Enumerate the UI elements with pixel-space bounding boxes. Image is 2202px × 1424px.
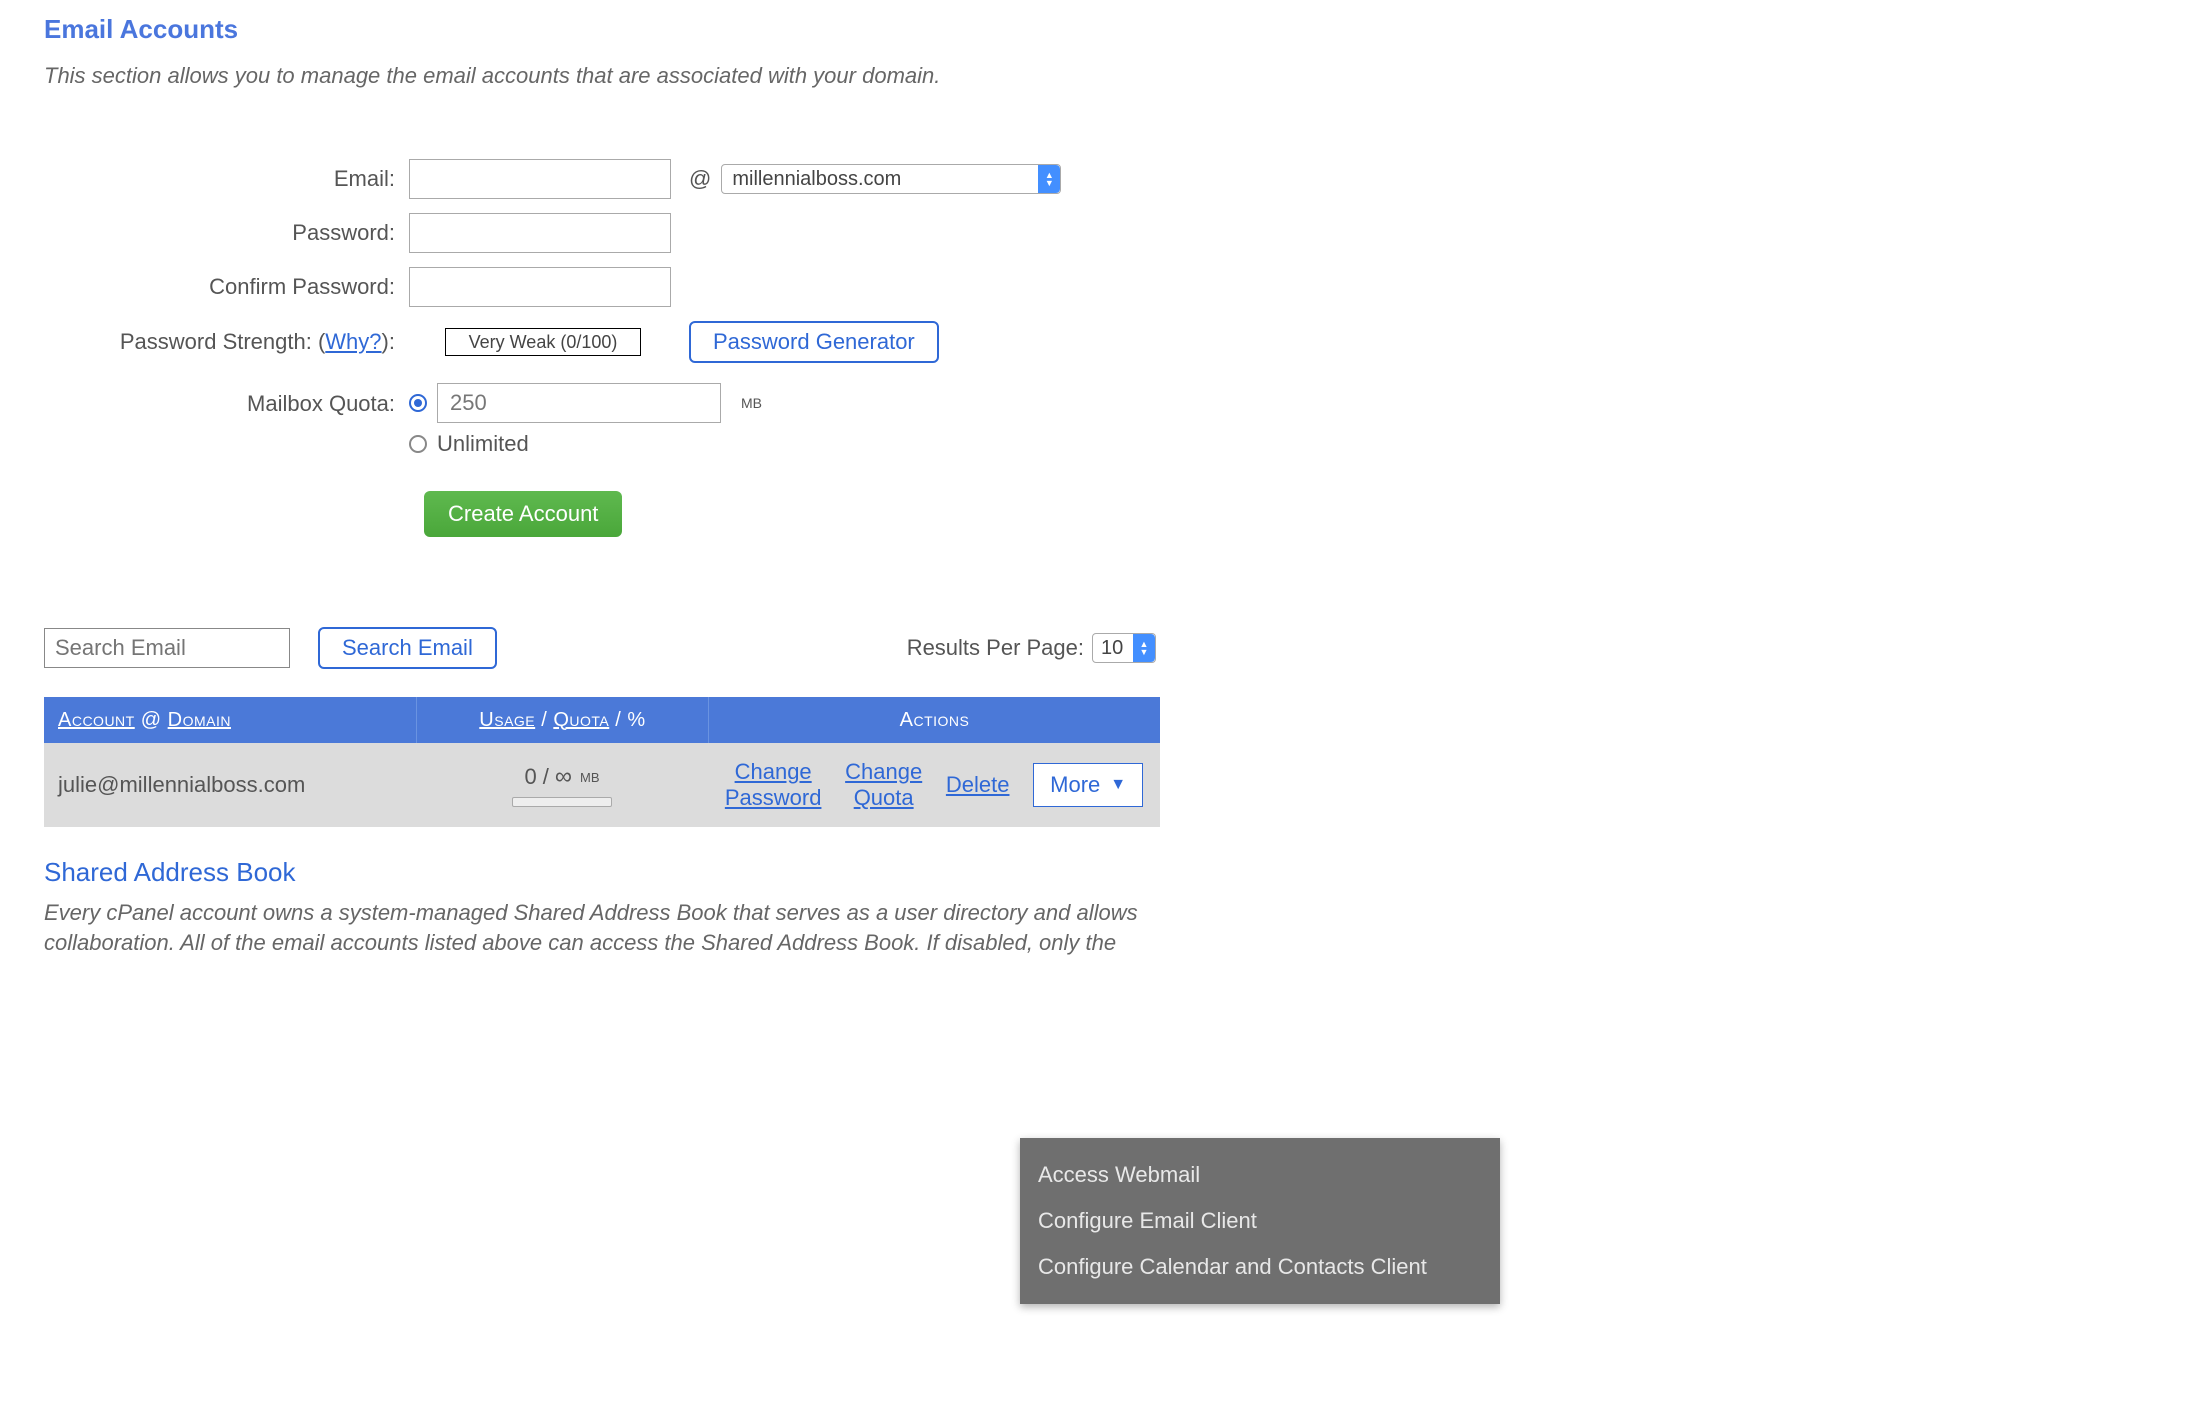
usage-progress-bar — [512, 797, 612, 807]
strength-label-prefix: Password Strength: ( — [120, 329, 325, 354]
why-link[interactable]: Why? — [325, 329, 381, 354]
more-button[interactable]: More ▼ — [1033, 763, 1143, 807]
password-strength-row: Password Strength: (Why?): Very Weak (0/… — [44, 321, 2202, 363]
email-input[interactable] — [409, 159, 671, 199]
radio-unselected-icon[interactable] — [409, 435, 427, 453]
col-actions: Actions — [708, 697, 1160, 743]
results-per-page-select[interactable]: 10 ▲▼ — [1092, 633, 1156, 663]
quota-value-input[interactable] — [437, 383, 721, 423]
password-strength-label: Password Strength: (Why?): — [44, 329, 409, 355]
usage-value: 0 — [525, 764, 537, 790]
accounts-table: Account @ Domain Usage / Quota / % Actio… — [44, 697, 1160, 827]
unlimited-label: Unlimited — [437, 431, 529, 457]
page-description: This section allows you to manage the em… — [44, 63, 2202, 89]
delete-link[interactable]: Delete — [946, 772, 1010, 798]
password-strength-meter: Very Weak (0/100) — [445, 328, 641, 356]
col-account-at: @ — [135, 709, 168, 731]
at-sign: @ — [689, 166, 711, 192]
results-value: 10 — [1101, 637, 1123, 660]
col-account-link[interactable]: Account — [58, 709, 135, 731]
select-arrows-icon: ▲▼ — [1038, 165, 1060, 193]
more-label: More — [1050, 772, 1100, 798]
radio-selected-icon[interactable] — [409, 394, 427, 412]
confirm-password-row: Confirm Password: — [44, 267, 2202, 307]
search-bar: Search Email Results Per Page: 10 ▲▼ — [44, 627, 2202, 669]
results-per-page: Results Per Page: 10 ▲▼ — [907, 633, 1156, 663]
chevron-down-icon: ▼ — [1110, 776, 1126, 794]
table-header: Account @ Domain Usage / Quota / % Actio… — [44, 697, 1160, 743]
quota-unlimited-option[interactable]: Unlimited — [409, 431, 762, 457]
mailbox-quota-row: Mailbox Quota: MB Unlimited — [44, 383, 2202, 457]
confirm-password-input[interactable] — [409, 267, 671, 307]
usage-cell: 0 / ∞ MB — [416, 763, 708, 807]
select-arrows-icon: ▲▼ — [1133, 634, 1155, 662]
quota-mb-option[interactable]: MB — [409, 383, 762, 423]
email-row: Email: @ millennialboss.com ▲▼ — [44, 159, 2202, 199]
confirm-password-label: Confirm Password: — [44, 274, 409, 300]
mailbox-quota-label: Mailbox Quota: — [44, 383, 409, 417]
infinity-icon: ∞ — [555, 763, 572, 791]
table-row: julie@millennialboss.com 0 / ∞ MB Change… — [44, 743, 1160, 827]
shared-address-book-title: Shared Address Book — [44, 857, 2202, 888]
dropdown-access-webmail[interactable]: Access Webmail — [1020, 1152, 1500, 1198]
domain-value: millennialboss.com — [732, 168, 901, 191]
usage-unit: MB — [580, 770, 600, 785]
change-password-link[interactable]: Change Password — [725, 759, 822, 811]
col-usage[interactable]: Usage / Quota / % — [416, 697, 708, 743]
col-usage-sep2: / % — [609, 709, 645, 731]
page-title: Email Accounts — [44, 14, 2202, 45]
actions-cell: Change Password Change Quota Delete More… — [708, 759, 1160, 811]
password-generator-button[interactable]: Password Generator — [689, 321, 939, 363]
quota-options: MB Unlimited — [409, 383, 762, 457]
account-cell: julie@millennialboss.com — [44, 772, 416, 798]
password-label: Password: — [44, 220, 409, 246]
col-actions-label: Actions — [900, 709, 970, 732]
domain-select[interactable]: millennialboss.com ▲▼ — [721, 164, 1061, 194]
col-account[interactable]: Account @ Domain — [44, 709, 416, 732]
change-quota-link[interactable]: Change Quota — [845, 759, 922, 811]
col-usage-link[interactable]: Usage — [479, 709, 535, 731]
col-usage-sep1: / — [535, 709, 553, 731]
create-account-button[interactable]: Create Account — [424, 491, 622, 537]
shared-address-book-desc: Every cPanel account owns a system-manag… — [44, 898, 1144, 958]
dropdown-configure-email-client[interactable]: Configure Email Client — [1020, 1198, 1500, 1244]
password-row: Password: — [44, 213, 2202, 253]
search-button[interactable]: Search Email — [318, 627, 497, 669]
results-label: Results Per Page: — [907, 635, 1084, 661]
password-input[interactable] — [409, 213, 671, 253]
quota-unit: MB — [741, 395, 762, 411]
dropdown-configure-calendar[interactable]: Configure Calendar and Contacts Client — [1020, 1244, 1500, 1290]
search-input[interactable] — [44, 628, 290, 668]
email-label: Email: — [44, 166, 409, 192]
strength-label-suffix: ): — [382, 329, 395, 354]
col-quota-link[interactable]: Quota — [553, 709, 609, 731]
more-dropdown: Access Webmail Configure Email Client Co… — [1020, 1138, 1500, 1304]
col-domain-link[interactable]: Domain — [168, 709, 231, 731]
usage-slash: / — [543, 764, 549, 790]
